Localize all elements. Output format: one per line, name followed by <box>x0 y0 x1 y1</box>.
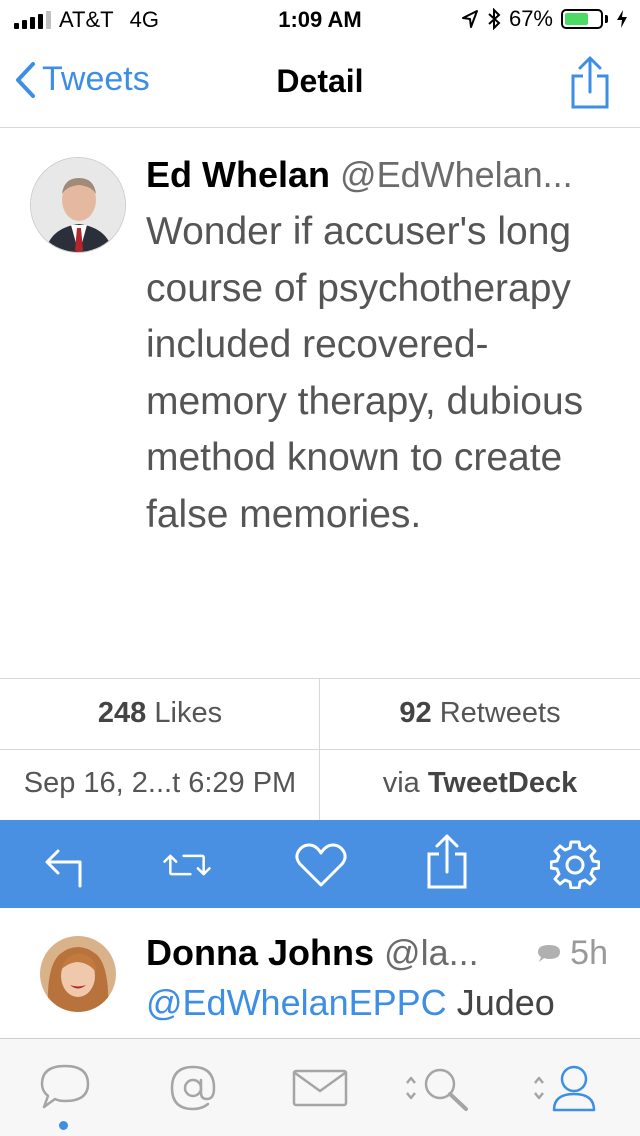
like-icon[interactable] <box>294 842 348 888</box>
reply-timestamp: 5h <box>536 934 608 973</box>
retweet-icon[interactable] <box>162 842 212 888</box>
status-right: 67% <box>461 6 628 32</box>
conversation-icon <box>538 944 561 962</box>
via-client[interactable]: TweetDeck <box>428 767 577 799</box>
tweet-date: Sep 16, 2...t 6:29 PM <box>23 767 297 799</box>
tweet-action-bar <box>0 820 640 908</box>
status-bar: AT&T 4G 1:09 AM 67% <box>0 0 640 40</box>
reply-mention[interactable]: @EdWhelanEPPC <box>146 982 447 1023</box>
reply-author-handle[interactable]: @la... <box>384 932 479 973</box>
via-prefix: via <box>382 767 420 799</box>
mentions-icon[interactable] <box>168 1063 218 1113</box>
reply-text[interactable]: @EdWhelanEPPC Judeo <box>146 982 555 1024</box>
share-icon[interactable] <box>570 54 610 110</box>
author-handle[interactable]: @EdWhelan... <box>340 154 573 195</box>
tweet-source: via TweetDeck <box>320 767 640 800</box>
bluetooth-icon <box>488 8 501 30</box>
tweet-text: Wonder if accuser's long course of psych… <box>146 210 584 536</box>
retweets-label: Retweets <box>439 697 561 729</box>
reply-icon[interactable] <box>42 842 92 888</box>
tweet-stats: 248 Likes 92 Retweets Sep 16, 2...t 6:29… <box>0 678 640 821</box>
author-avatar[interactable] <box>30 157 126 253</box>
reply-body: Judeo <box>456 982 555 1023</box>
share-tweet-icon[interactable] <box>426 832 468 890</box>
reply-author-name[interactable]: Donna Johns <box>146 932 374 973</box>
reply-time: 5h <box>570 934 608 972</box>
battery-icon <box>561 9 603 29</box>
author-line: Ed Whelan @EdWhelan... <box>146 154 573 196</box>
likes-label: Likes <box>154 697 223 729</box>
tab-bar <box>0 1038 640 1136</box>
timeline-icon[interactable] <box>38 1063 92 1113</box>
profile-icon[interactable] <box>532 1063 604 1113</box>
navigation-bar: Tweets Detail <box>0 40 640 128</box>
likes-count: 248 <box>97 697 147 729</box>
likes-stat[interactable]: 248 Likes <box>0 697 320 730</box>
reply-author-avatar[interactable] <box>40 936 116 1012</box>
battery-percent: 67% <box>508 6 553 31</box>
reply-author-line: Donna Johns @la... <box>146 932 479 974</box>
search-icon[interactable] <box>404 1063 476 1113</box>
location-icon <box>461 10 478 28</box>
retweets-count: 92 <box>399 697 432 729</box>
charging-icon <box>617 10 627 28</box>
retweets-stat[interactable]: 92 Retweets <box>320 697 640 730</box>
author-name[interactable]: Ed Whelan <box>146 154 330 195</box>
settings-icon[interactable] <box>550 839 600 889</box>
active-tab-indicator <box>59 1121 68 1130</box>
messages-icon[interactable] <box>290 1063 350 1113</box>
page-title: Detail <box>276 63 364 99</box>
